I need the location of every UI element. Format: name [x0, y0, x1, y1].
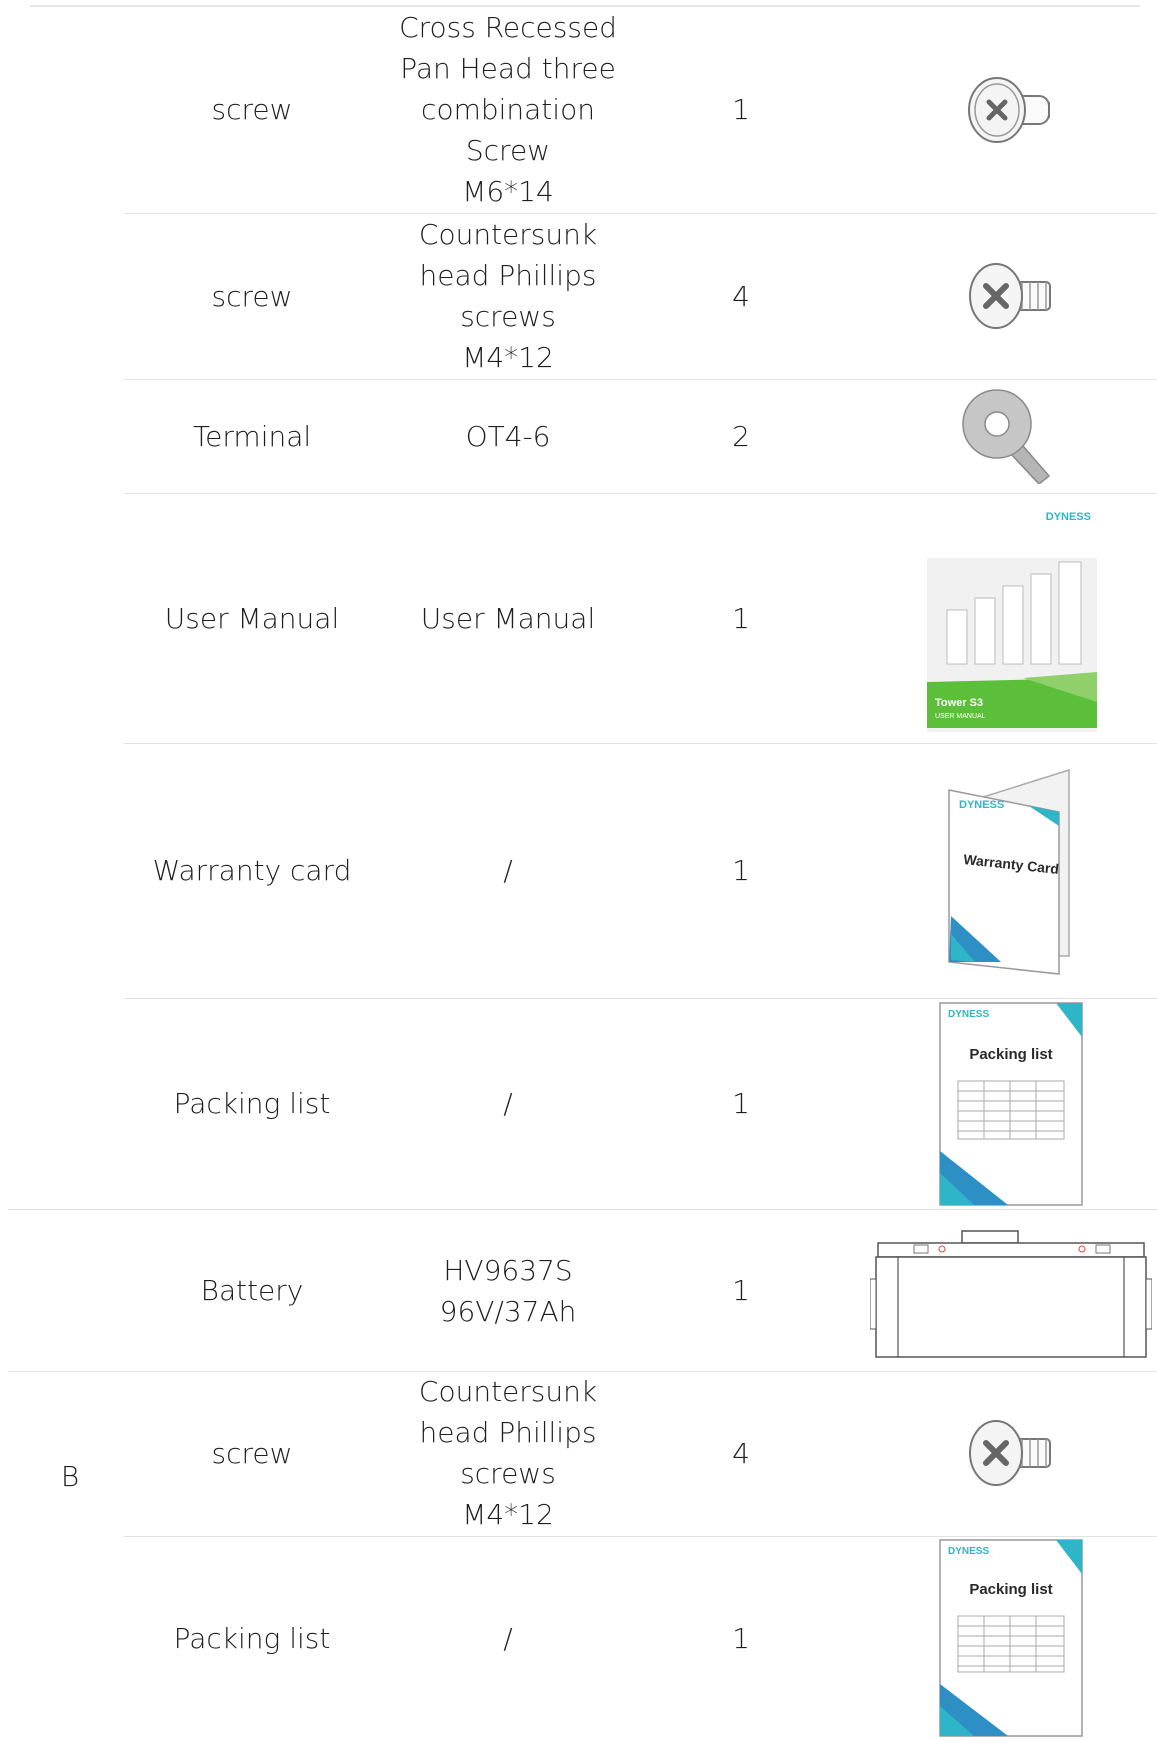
item-spec: User Manual	[420, 601, 596, 635]
item-name: Battery	[200, 1274, 304, 1307]
packing-list-title: Packing list	[969, 1581, 1052, 1598]
item-spec: HV9637S 96V/37Ah	[439, 1253, 577, 1328]
item-image	[864, 379, 1157, 493]
item-name: Warranty card	[152, 854, 352, 887]
table-row: Packing list / 1 DYNESS Packing list	[124, 1536, 1157, 1740]
item-spec: /	[503, 1621, 513, 1655]
item-image: DYNESS Packing list	[864, 1536, 1157, 1740]
item-name: screw	[211, 1436, 293, 1470]
item-image	[864, 213, 1157, 379]
ring-terminal-icon	[961, 389, 1050, 484]
item-quantity: 1	[732, 601, 750, 635]
item-image: DYNESS Warranty Card	[864, 743, 1157, 998]
item-image	[864, 6, 1157, 213]
table-row: Warranty card / 1 DYNESS Warranty Card	[124, 743, 1157, 999]
item-spec: /	[503, 854, 513, 887]
item-quantity: 1	[732, 854, 750, 887]
item-name: Packing list	[173, 1087, 331, 1120]
brand-logo: DYNESS	[948, 1546, 989, 1557]
battery-module-drawing	[869, 1229, 1152, 1358]
brand-logo: DYNESS	[959, 799, 1004, 811]
item-spec: OT4-6	[465, 419, 551, 453]
manual-subtitle: USER MANUAL	[935, 713, 986, 720]
user-manual-cover-image: DYNESS Tower S3 USER MANUAL	[926, 511, 1097, 732]
table-row: Terminal OT4-6 2	[124, 379, 1157, 494]
item-image	[864, 1370, 1157, 1536]
item-spec: Cross Recessed Pan Head three combinatio…	[399, 11, 617, 208]
brand-logo: DYNESS	[948, 1009, 989, 1020]
item-spec: Countersunk head Phillips screws M4*12	[418, 1375, 598, 1531]
packing-list-image: DYNESS Packing list	[938, 1539, 1083, 1737]
pan-head-combination-screw-icon	[967, 76, 1050, 143]
item-quantity: 4	[732, 279, 750, 313]
brand-logo: DYNESS	[1045, 511, 1090, 523]
item-quantity: 1	[732, 1274, 750, 1307]
item-name: Packing list	[173, 1621, 331, 1655]
table-row: Packing list / 1 DYNESS Packing list	[124, 998, 1157, 1210]
packing-list-title: Packing list	[969, 1046, 1052, 1063]
item-image: DYNESS Tower S3 USER MANUAL	[864, 493, 1157, 743]
packing-list-image: DYNESS Packing list	[938, 1001, 1083, 1206]
manual-title: Tower S3	[935, 697, 983, 709]
item-quantity: 1	[732, 93, 750, 126]
item-spec: /	[503, 1087, 513, 1120]
item-spec: Countersunk head Phillips screws M4*12	[418, 218, 598, 374]
item-name: Terminal	[192, 419, 312, 453]
packing-list-table: screw Cross Recessed Pan Head three comb…	[0, 0, 1157, 1740]
table-row: User Manual User Manual 1 DYNESS Tower S…	[124, 493, 1157, 744]
item-quantity: 1	[732, 1621, 750, 1655]
item-quantity: 1	[732, 1087, 750, 1120]
table-row: Battery HV9637S 96V/37Ah 1	[8, 1209, 1157, 1372]
item-image: DYNESS Packing list	[864, 998, 1157, 1209]
item-quantity: 2	[732, 419, 750, 453]
item-name: screw	[211, 279, 293, 313]
item-image	[864, 1210, 1157, 1371]
countersunk-screw-icon	[968, 1420, 1051, 1486]
warranty-card-image: DYNESS Warranty Card	[947, 768, 1070, 975]
item-name: screw	[211, 93, 293, 126]
countersunk-screw-icon	[968, 263, 1051, 329]
table-row: screw Countersunk head Phillips screws M…	[124, 1370, 1157, 1537]
item-quantity: 4	[732, 1436, 750, 1470]
group-label: B	[60, 1460, 80, 1493]
table-row: screw Countersunk head Phillips screws M…	[124, 213, 1157, 380]
table-row: screw Cross Recessed Pan Head three comb…	[124, 6, 1157, 214]
item-name: User Manual	[164, 601, 340, 635]
